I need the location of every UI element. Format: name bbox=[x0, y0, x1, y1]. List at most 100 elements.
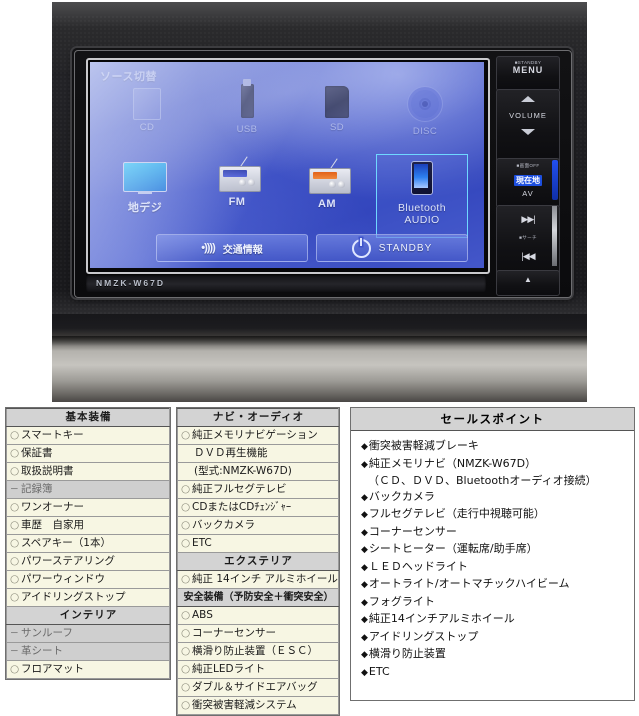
table-row: ○ パワーウィンドウ bbox=[6, 570, 170, 589]
equipment-item: ○ フロアマット bbox=[6, 660, 170, 679]
source-select-title: ソース切替 bbox=[100, 71, 157, 83]
equipment-item: ○ 純正LEDライト bbox=[177, 660, 339, 679]
available-mark-icon: ○ bbox=[181, 699, 191, 711]
navi-audio-table: ナビ・オーディオ ○ 純正メモリナビゲーション ＤＶＤ再生機能 (型式:NMZK-W67… bbox=[177, 408, 339, 715]
volume-label: VOLUME bbox=[509, 111, 547, 120]
available-mark-icon: ○ bbox=[181, 573, 191, 585]
equipment-item: ○ 衝突被害軽減システム bbox=[177, 696, 339, 715]
source-disc-label: DISC bbox=[412, 126, 438, 137]
diamond-bullet-icon: ◆ bbox=[361, 597, 368, 608]
source-am-label: AM bbox=[318, 198, 336, 210]
selling-points-list: ◆衝突被害軽減ブレーキ ◆純正メモリナビ（NMZK-W67D） （ＣＤ、ＤＶＤ、Bl… bbox=[351, 431, 634, 681]
track-seek-button[interactable]: ▶▶| ■サーチ |◀◀ bbox=[496, 205, 560, 277]
hardware-button-column: ■STANDBY MENU VOLUME ■画面OFF 現在地 AV ▶▶| ■… bbox=[496, 56, 560, 296]
menu-button[interactable]: ■STANDBY MENU bbox=[496, 56, 560, 91]
unavailable-mark-icon: − bbox=[10, 483, 19, 495]
equipment-item: ○ 純正フルセグテレビ bbox=[177, 480, 339, 499]
table-row: ○ スペアキー（1本） bbox=[6, 534, 170, 553]
available-mark-icon: ○ bbox=[181, 663, 191, 675]
available-mark-icon: ○ bbox=[181, 645, 191, 657]
equipment-item: ○ ABS bbox=[177, 606, 339, 625]
blue-accent-strip bbox=[552, 160, 558, 200]
source-digital-tv[interactable]: 地デジ bbox=[108, 162, 182, 215]
section-header: 安全装備（予防安全＋衝突安全） bbox=[177, 588, 339, 607]
available-mark-icon: ○ bbox=[10, 429, 20, 441]
equipment-item: − サンルーフ bbox=[6, 624, 170, 643]
diamond-bullet-icon: ◆ bbox=[361, 562, 368, 573]
available-mark-icon: ○ bbox=[10, 447, 20, 459]
equipment-item: − 記録簿 bbox=[6, 480, 170, 499]
equipment-item: ○ コーナーセンサー bbox=[177, 624, 339, 643]
usb-icon bbox=[240, 79, 254, 118]
volume-down-icon[interactable] bbox=[521, 129, 535, 135]
diamond-bullet-icon: ◆ bbox=[361, 492, 368, 503]
table-row: ○ ワンオーナー bbox=[6, 498, 170, 517]
selling-point-item: ◆コーナーセンサー bbox=[361, 524, 457, 538]
diamond-bullet-icon: ◆ bbox=[361, 650, 368, 660]
radio-body bbox=[309, 168, 351, 194]
table-row: ○ 車歴 自家用 bbox=[6, 516, 170, 535]
volume-up-icon[interactable] bbox=[521, 96, 535, 102]
section-header: インテリア bbox=[6, 606, 170, 625]
source-disc[interactable]: DISC bbox=[390, 86, 460, 137]
equipment-item: ○ 横滑り防止装置（ＥＳＣ） bbox=[177, 642, 339, 661]
previous-track-icon[interactable]: |◀◀ bbox=[497, 251, 559, 262]
table-row: ○ フロアマット bbox=[6, 660, 170, 679]
cd-icon bbox=[133, 88, 161, 120]
standby-button[interactable]: STANDBY bbox=[316, 234, 468, 262]
source-cd[interactable]: CD bbox=[112, 88, 182, 133]
source-cd-label: CD bbox=[139, 122, 155, 133]
source-usb[interactable]: USB bbox=[212, 79, 282, 135]
table-row: エクステリア bbox=[177, 552, 339, 571]
table-row: ○ パワーステアリング bbox=[6, 552, 170, 571]
navigation-screen[interactable]: ソース切替 CD USB SD DISC 地デジ FM AM Bluetooth… bbox=[90, 62, 484, 268]
diamond-bullet-icon: ◆ bbox=[361, 527, 368, 538]
traffic-info-button[interactable]: •)))) 交通情報 bbox=[156, 234, 308, 262]
source-fm[interactable]: FM bbox=[200, 156, 274, 208]
table-row: ○ CDまたはCDﾁｪﾝｼﾞｬｰ bbox=[177, 498, 339, 517]
available-mark-icon: ○ bbox=[10, 501, 20, 513]
radio-knob bbox=[248, 179, 255, 186]
tv-icon bbox=[123, 162, 167, 194]
selling-point-item: ◆ETC bbox=[361, 664, 390, 678]
available-mark-icon: ○ bbox=[181, 609, 191, 621]
available-mark-icon: ○ bbox=[181, 537, 191, 549]
av-current-location-button[interactable]: ■画面OFF 現在地 AV bbox=[496, 158, 560, 208]
vehicle-photo-panel: ソース切替 CD USB SD DISC 地デジ FM AM Bluetooth… bbox=[0, 0, 639, 404]
table-header-row: 基本装備 bbox=[6, 408, 170, 427]
eject-button[interactable]: ▲ bbox=[496, 270, 560, 296]
table-row: − 記録簿 bbox=[6, 480, 170, 499]
equipment-item: ○ CDまたはCDﾁｪﾝｼﾞｬｰ bbox=[177, 498, 339, 517]
radio-body bbox=[219, 166, 261, 192]
source-fm-label: FM bbox=[228, 196, 246, 208]
diamond-bullet-icon: ◆ bbox=[361, 442, 368, 452]
current-location-label: 現在地 bbox=[514, 175, 542, 186]
source-am[interactable]: AM bbox=[290, 158, 364, 210]
section-header: エクステリア bbox=[177, 552, 339, 571]
source-bluetooth-audio[interactable]: Bluetooth AUDIO bbox=[376, 154, 468, 238]
power-icon bbox=[351, 237, 371, 258]
av-label: AV bbox=[522, 189, 534, 198]
table-header-row: ナビ・オーディオ bbox=[177, 408, 339, 427]
table-row: ○ 保証書 bbox=[6, 444, 170, 463]
selling-point-item: ◆ＬＥＤヘッドライト bbox=[361, 559, 468, 573]
volume-button[interactable]: VOLUME bbox=[496, 89, 560, 163]
table-row: ○ 純正フルセグテレビ bbox=[177, 480, 339, 499]
unavailable-mark-icon: − bbox=[10, 645, 19, 657]
equipment-item: ○ 保証書 bbox=[6, 444, 170, 463]
head-unit-photo: ソース切替 CD USB SD DISC 地デジ FM AM Bluetooth… bbox=[52, 2, 587, 402]
dashboard-lower bbox=[52, 314, 587, 402]
table-row: ○ 衝突被害軽減システム bbox=[177, 696, 339, 715]
selling-points-header: セールスポイント bbox=[351, 408, 634, 431]
next-track-icon[interactable]: ▶▶| bbox=[497, 214, 559, 225]
diamond-bullet-icon: ◆ bbox=[361, 510, 368, 520]
diamond-bullet-icon: ◆ bbox=[361, 667, 368, 678]
unavailable-mark-icon: − bbox=[10, 627, 19, 639]
traffic-info-label: 交通情報 bbox=[222, 244, 263, 256]
source-sd[interactable]: SD bbox=[302, 86, 372, 133]
equipment-continuation: ＤＶＤ再生機能 bbox=[177, 444, 339, 463]
available-mark-icon: ○ bbox=[10, 663, 20, 675]
selling-point-item: ◆オートライト/オートマチックハイビーム bbox=[361, 577, 570, 590]
equipment-item: ○ パワーウィンドウ bbox=[6, 570, 170, 589]
available-mark-icon: ○ bbox=[10, 465, 20, 477]
